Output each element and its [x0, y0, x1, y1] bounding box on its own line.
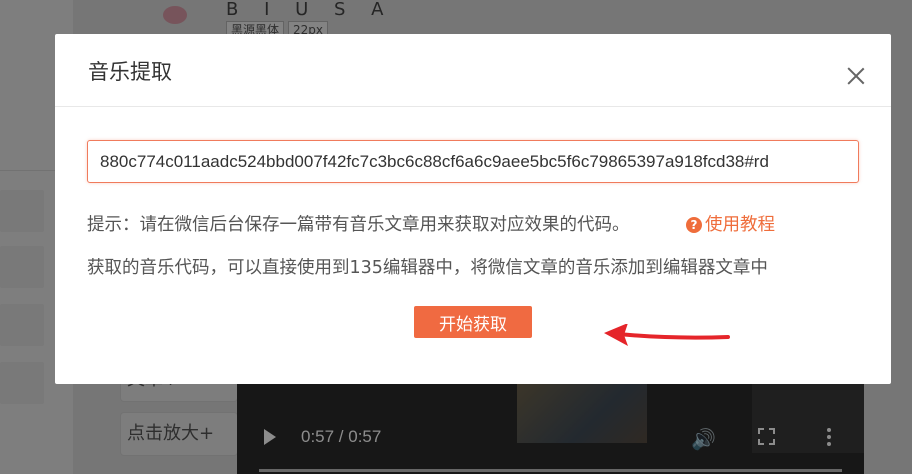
hint-text: 提示：请在微信后台保存一篇带有音乐文章用来获取对应效果的代码。 — [87, 215, 630, 235]
music-extract-dialog: 音乐提取 提示：请在微信后台保存一篇带有音乐文章用来获取对应效果的代码。 ?使用… — [55, 34, 891, 384]
close-icon[interactable] — [847, 67, 865, 85]
dialog-header: 音乐提取 — [55, 34, 891, 107]
question-icon: ? — [686, 217, 702, 233]
dialog-title: 音乐提取 — [88, 60, 172, 84]
start-extract-button[interactable]: 开始获取 — [414, 306, 532, 338]
red-arrow-annotation — [604, 324, 730, 346]
tutorial-label: 使用教程 — [705, 215, 775, 235]
music-code-input[interactable] — [87, 140, 859, 183]
tutorial-link[interactable]: ? 使用教程 — [686, 211, 775, 236]
description-text: 获取的音乐代码，可以直接使用到135编辑器中，将微信文章的音乐添加到编辑器文章中 — [87, 258, 768, 278]
